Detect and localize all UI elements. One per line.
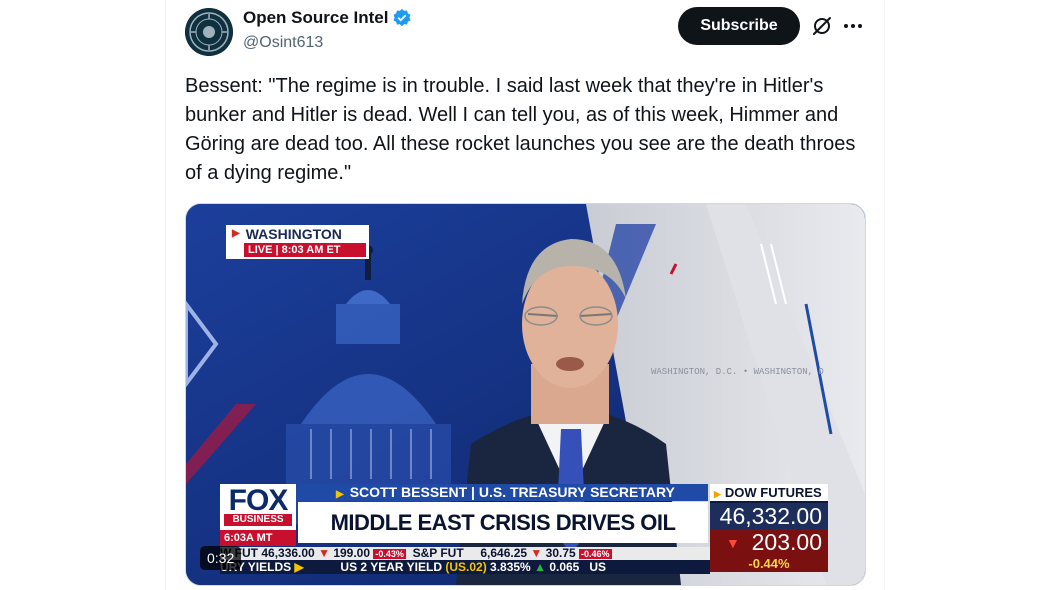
- video-player[interactable]: WASHINGTON, D.C. • WASHINGTON, D ▶ WASHI…: [185, 203, 866, 586]
- ticker-change: 0.065: [549, 560, 580, 574]
- display-name[interactable]: Open Source Intel: [243, 8, 388, 28]
- headline: MIDDLE EAST CRISIS DRIVES OIL SHARPLY HI…: [298, 502, 708, 576]
- speaker-name-line: ▶ SCOTT BESSENT | U.S. TREASURY SECRETARY: [298, 484, 708, 501]
- account-handle[interactable]: @Osint613: [243, 34, 323, 52]
- location-label: WASHINGTON: [245, 225, 342, 242]
- tweet-text: Bessent: "The regime is in trouble. I sa…: [185, 75, 856, 184]
- ticker-change: 30.75: [545, 547, 576, 560]
- ticker-item: US 2 YEAR YIELD: [340, 560, 442, 574]
- logo-word: FOX: [228, 484, 289, 517]
- dow-change: 203.00: [751, 529, 822, 555]
- fox-business-logo: FOX BUSINESS 6:03A MT: [220, 484, 296, 546]
- ticker-value: 3.835%: [490, 560, 531, 574]
- accent-arrow-icon: ▶: [336, 489, 344, 500]
- down-arrow-icon: ▼: [726, 535, 740, 551]
- grok-icon[interactable]: [810, 14, 834, 38]
- ticker-pct: -0.43%: [373, 549, 406, 559]
- play-arrow-icon: ▶: [714, 489, 721, 499]
- down-arrow-icon: ▼: [318, 547, 330, 560]
- ticker-value: 46,336.00: [261, 547, 315, 560]
- wall-text: WASHINGTON, D.C. • WASHINGTON, D: [651, 367, 824, 377]
- subscribe-button[interactable]: Subscribe: [678, 7, 800, 45]
- ticker-label: S&P FUT: [412, 547, 464, 560]
- dow-pct: -0.44%: [710, 555, 828, 572]
- avatar[interactable]: [185, 8, 233, 56]
- tweet-card: Open Source Intel @Osint613 Subscribe Be…: [165, 0, 885, 590]
- ticker-value: 6,646.25: [480, 547, 528, 560]
- logo-sub: BUSINESS: [224, 514, 292, 526]
- dow-title: DOW FUTURES: [724, 485, 822, 500]
- ticker-futures: W FUT 46,336.00 ▼ 199.00 -0.43% S&P FUT …: [220, 547, 710, 560]
- dow-change-row: ▼ 203.00: [710, 529, 828, 555]
- up-arrow-icon: ▲: [534, 560, 546, 574]
- seal-avatar-icon: [185, 8, 233, 56]
- lower-third: FOX BUSINESS 6:03A MT ▶ SCOTT BESSENT | U…: [220, 484, 830, 576]
- dow-futures-box: ▶ DOW FUTURES 46,332.00 ▼ 203.00 -0.44%: [710, 484, 828, 572]
- down-arrow-icon: ▼: [530, 547, 543, 560]
- dow-value: 46,332.00: [710, 503, 828, 529]
- speaker-name: SCOTT BESSENT | U.S. TREASURY SECRETARY: [349, 484, 675, 500]
- video-duration: 0:32: [200, 546, 242, 570]
- ticker-change: 199.00: [333, 547, 371, 560]
- ticker-yields: URY YIELDS ▶ US 2 YEAR YIELD (US.02) 3.8…: [220, 560, 710, 574]
- name-row: Open Source Intel: [243, 8, 412, 28]
- more-horizontal-icon[interactable]: [841, 14, 865, 38]
- play-arrow-icon: ▶: [294, 560, 304, 574]
- ticker-tail: US: [589, 560, 607, 574]
- verified-badge-icon: [394, 8, 411, 27]
- location-badge: ▶ WASHINGTON LIVE | 8:03 AM ET: [226, 225, 369, 259]
- local-time: 6:03A MT: [220, 530, 296, 546]
- live-time: LIVE | 8:03 AM ET: [244, 243, 366, 257]
- ticker-pct: -0.46%: [579, 549, 612, 559]
- play-arrow-icon: ▶: [232, 228, 240, 239]
- ticker-symbol: (US.02): [445, 560, 487, 574]
